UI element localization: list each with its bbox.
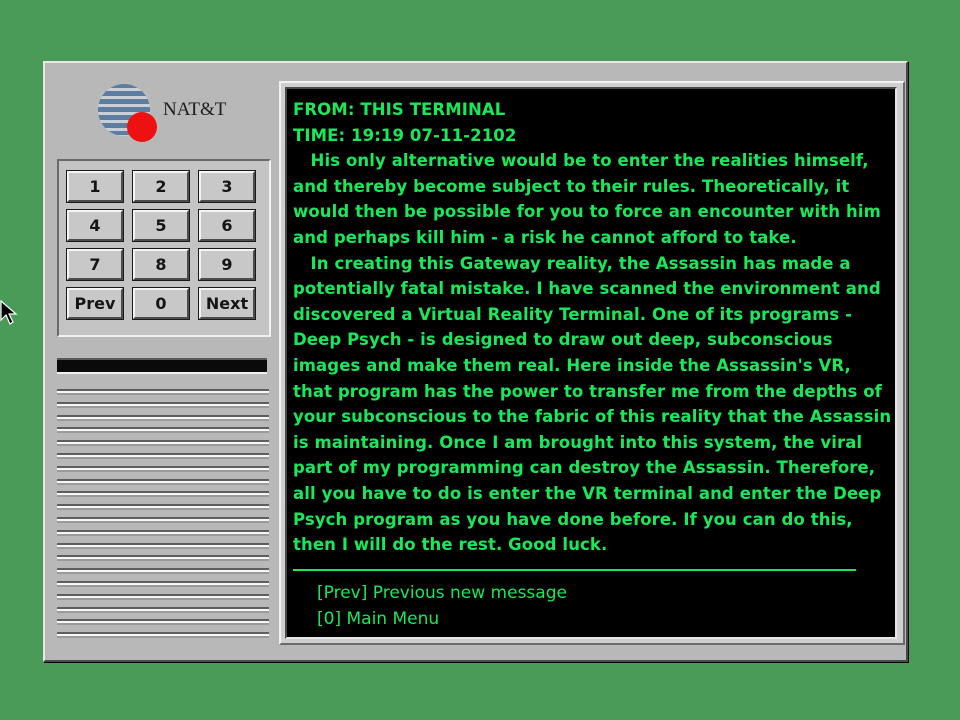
- key-prev-button[interactable]: Prev: [66, 287, 124, 320]
- key-4-button[interactable]: 4: [66, 209, 124, 242]
- message-line: your subconscious to the fabric of this …: [293, 407, 892, 427]
- message-line: discovered a Virtual Reality Terminal. O…: [293, 304, 853, 324]
- key-next-button[interactable]: Next: [198, 287, 256, 320]
- grille-slat: [57, 581, 269, 587]
- terminal-screen: FROM: THIS TERMINAL TIME: 19:19 07-11-210…: [285, 87, 897, 639]
- grille-slat: [57, 542, 269, 549]
- message-line: and perhaps kill him - a risk he cannot …: [293, 227, 797, 247]
- menu-item-previous[interactable]: [Prev] Previous new message: [317, 581, 567, 607]
- grille-slat: [57, 504, 269, 511]
- message-lines: His only alternative would be to enter t…: [293, 148, 891, 558]
- grille-slat: [57, 427, 269, 434]
- grille-slat: [57, 619, 269, 626]
- menu-item-main-menu[interactable]: [0] Main Menu: [317, 607, 567, 633]
- key-0-button[interactable]: 0: [132, 287, 190, 320]
- grille-slat: [57, 401, 269, 408]
- key-9-button[interactable]: 9: [198, 248, 256, 281]
- grille-slat: [57, 568, 269, 575]
- key-5-button[interactable]: 5: [132, 209, 190, 242]
- message-line: Deep Psych - is designed to draw out dee…: [293, 330, 833, 350]
- terminal-panel: NAT&T 1 2 3 4 5 6 7 8 9 Prev 0 Next FROM: THIS TERM…: [43, 61, 908, 662]
- keypad: 1 2 3 4 5 6 7 8 9 Prev 0 Next: [57, 159, 271, 337]
- message-line: that program has the power to transfer m…: [293, 381, 882, 401]
- grille-slat: [57, 529, 269, 536]
- card-slot: [57, 358, 267, 374]
- message-divider: [293, 569, 856, 571]
- grille-slat: [57, 491, 269, 498]
- message-time: TIME: 19:19 07-11-2102: [293, 125, 517, 145]
- speaker-grille: [57, 389, 269, 645]
- message-line: all you have to do is enter the VR termi…: [293, 483, 882, 503]
- grille-slat: [57, 517, 269, 523]
- key-8-button[interactable]: 8: [132, 248, 190, 281]
- key-2-button[interactable]: 2: [132, 170, 190, 203]
- message-line: then I will do the rest. Good luck.: [293, 535, 608, 555]
- message-line: and thereby become subject to their rule…: [293, 176, 850, 196]
- message-line: would then be possible for you to force …: [293, 202, 881, 222]
- message-line: In creating this Gateway reality, the As…: [293, 253, 851, 273]
- key-1-button[interactable]: 1: [66, 170, 124, 203]
- mouse-pointer-icon: [0, 300, 18, 325]
- message-line: images and make them real. Here inside t…: [293, 355, 851, 375]
- grille-slat: [57, 453, 269, 459]
- key-3-button[interactable]: 3: [198, 170, 256, 203]
- grille-slat: [57, 632, 269, 639]
- grille-slat: [57, 440, 269, 447]
- message-line: His only alternative would be to enter t…: [293, 151, 869, 171]
- message-line: potentially fatal mistake. I have scanne…: [293, 279, 881, 299]
- grille-slat: [57, 606, 269, 613]
- key-6-button[interactable]: 6: [198, 209, 256, 242]
- grille-slat: [57, 414, 269, 421]
- message-body: FROM: THIS TERMINAL TIME: 19:19 07-11-210…: [293, 97, 891, 558]
- logo-text: NAT&T: [163, 99, 227, 120]
- message-menu: [Prev] Previous new message [0] Main Men…: [317, 581, 567, 632]
- message-from: FROM: THIS TERMINAL: [293, 100, 506, 119]
- message-line: Psych program as you have done before. I…: [293, 509, 853, 529]
- key-7-button[interactable]: 7: [66, 248, 124, 281]
- message-line: is maintaining. Once I am brought into t…: [293, 432, 863, 452]
- grille-slat: [57, 593, 269, 600]
- screen-frame: FROM: THIS TERMINAL TIME: 19:19 07-11-210…: [279, 81, 905, 645]
- grille-slat: [57, 465, 269, 472]
- grille-slat: [57, 389, 269, 395]
- grille-slat: [57, 555, 269, 562]
- grille-slat: [57, 478, 269, 485]
- message-line: part of my programming can destroy the A…: [293, 458, 876, 478]
